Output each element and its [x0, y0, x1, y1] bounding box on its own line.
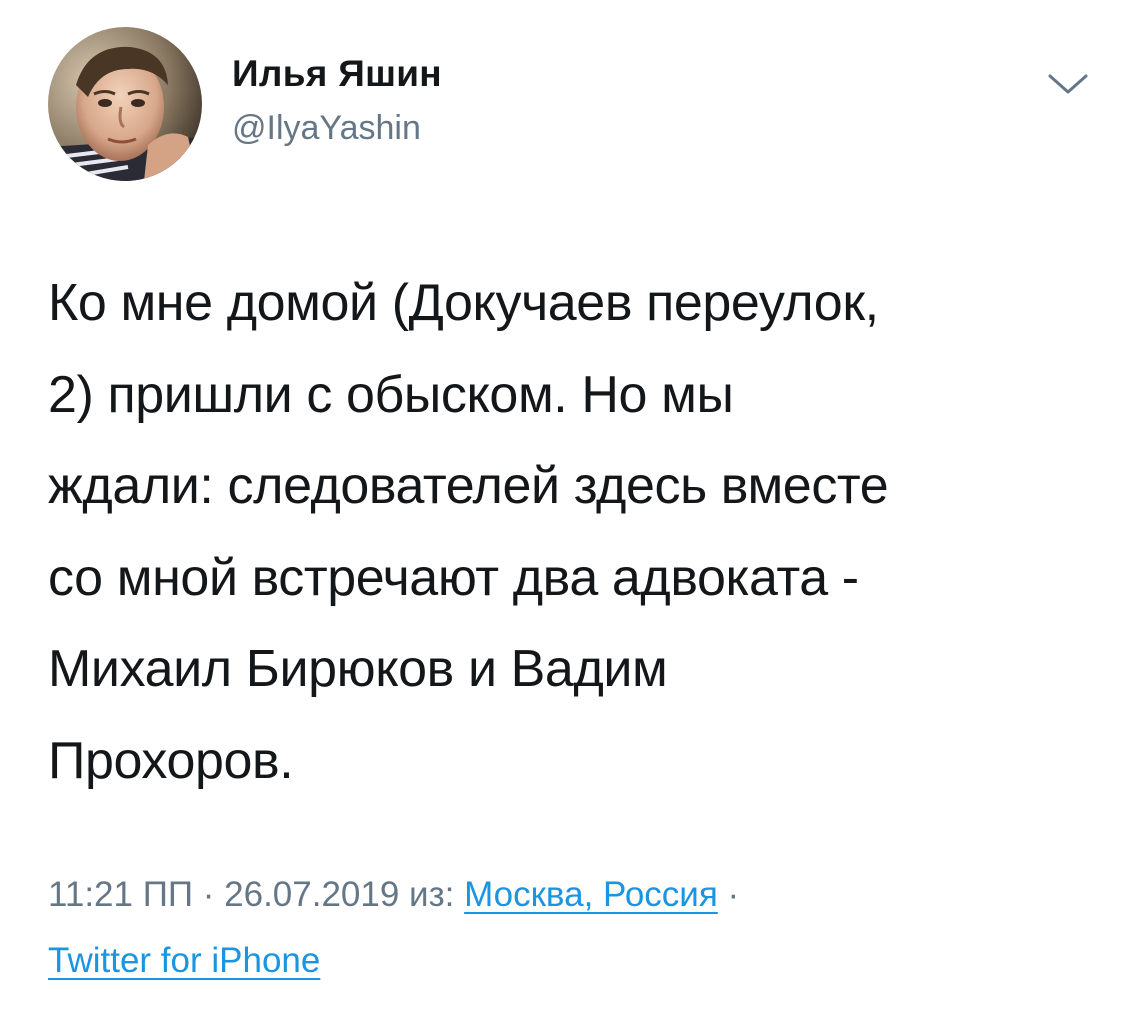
- meta-separator: ·: [193, 875, 225, 914]
- tweet-text: Ко мне домой (Докучаев переулок, 2) приш…: [48, 258, 1088, 807]
- tweet-text-line: 2) пришли с обыском. Но мы: [48, 365, 734, 424]
- tweet-time: 11:21 ПП: [48, 875, 194, 914]
- avatar[interactable]: [48, 27, 202, 181]
- meta-separator: ·: [717, 875, 740, 914]
- source-link[interactable]: Twitter for iPhone: [48, 941, 320, 980]
- tweet-text-line: Михаил Бирюков и Вадим: [48, 640, 668, 698]
- tweet-text-line: со мной встречают два адвоката -: [48, 548, 859, 607]
- tweet-text-line: Ко мне домой (Докучаев переулок,: [48, 274, 879, 332]
- meta-row-1: 11:21 ПП · 26.07.2019 из: Москва, Россия…: [48, 862, 1088, 928]
- location-link[interactable]: Москва, Россия: [464, 875, 718, 914]
- from-label: из:: [399, 875, 465, 914]
- tweet-author: Илья Яшин @IlyaYashin: [232, 52, 442, 150]
- tweet-text-line: ждали: следователей здесь вместе: [48, 457, 889, 515]
- tweet-text-line: Прохоров.: [48, 731, 294, 790]
- tweet-date: 26.07.2019: [224, 875, 400, 914]
- author-handle[interactable]: @IlyaYashin: [232, 106, 442, 150]
- tweet-card: Илья Яшин @IlyaYashin Ко мне домой (Доку…: [0, 0, 1125, 1012]
- author-display-name[interactable]: Илья Яшин: [232, 52, 442, 96]
- avatar-image: [48, 27, 202, 181]
- chevron-down-icon[interactable]: [1044, 66, 1092, 100]
- meta-row-2: Twitter for iPhone: [48, 928, 1088, 994]
- tweet-meta: 11:21 ПП · 26.07.2019 из: Москва, Россия…: [48, 862, 1088, 994]
